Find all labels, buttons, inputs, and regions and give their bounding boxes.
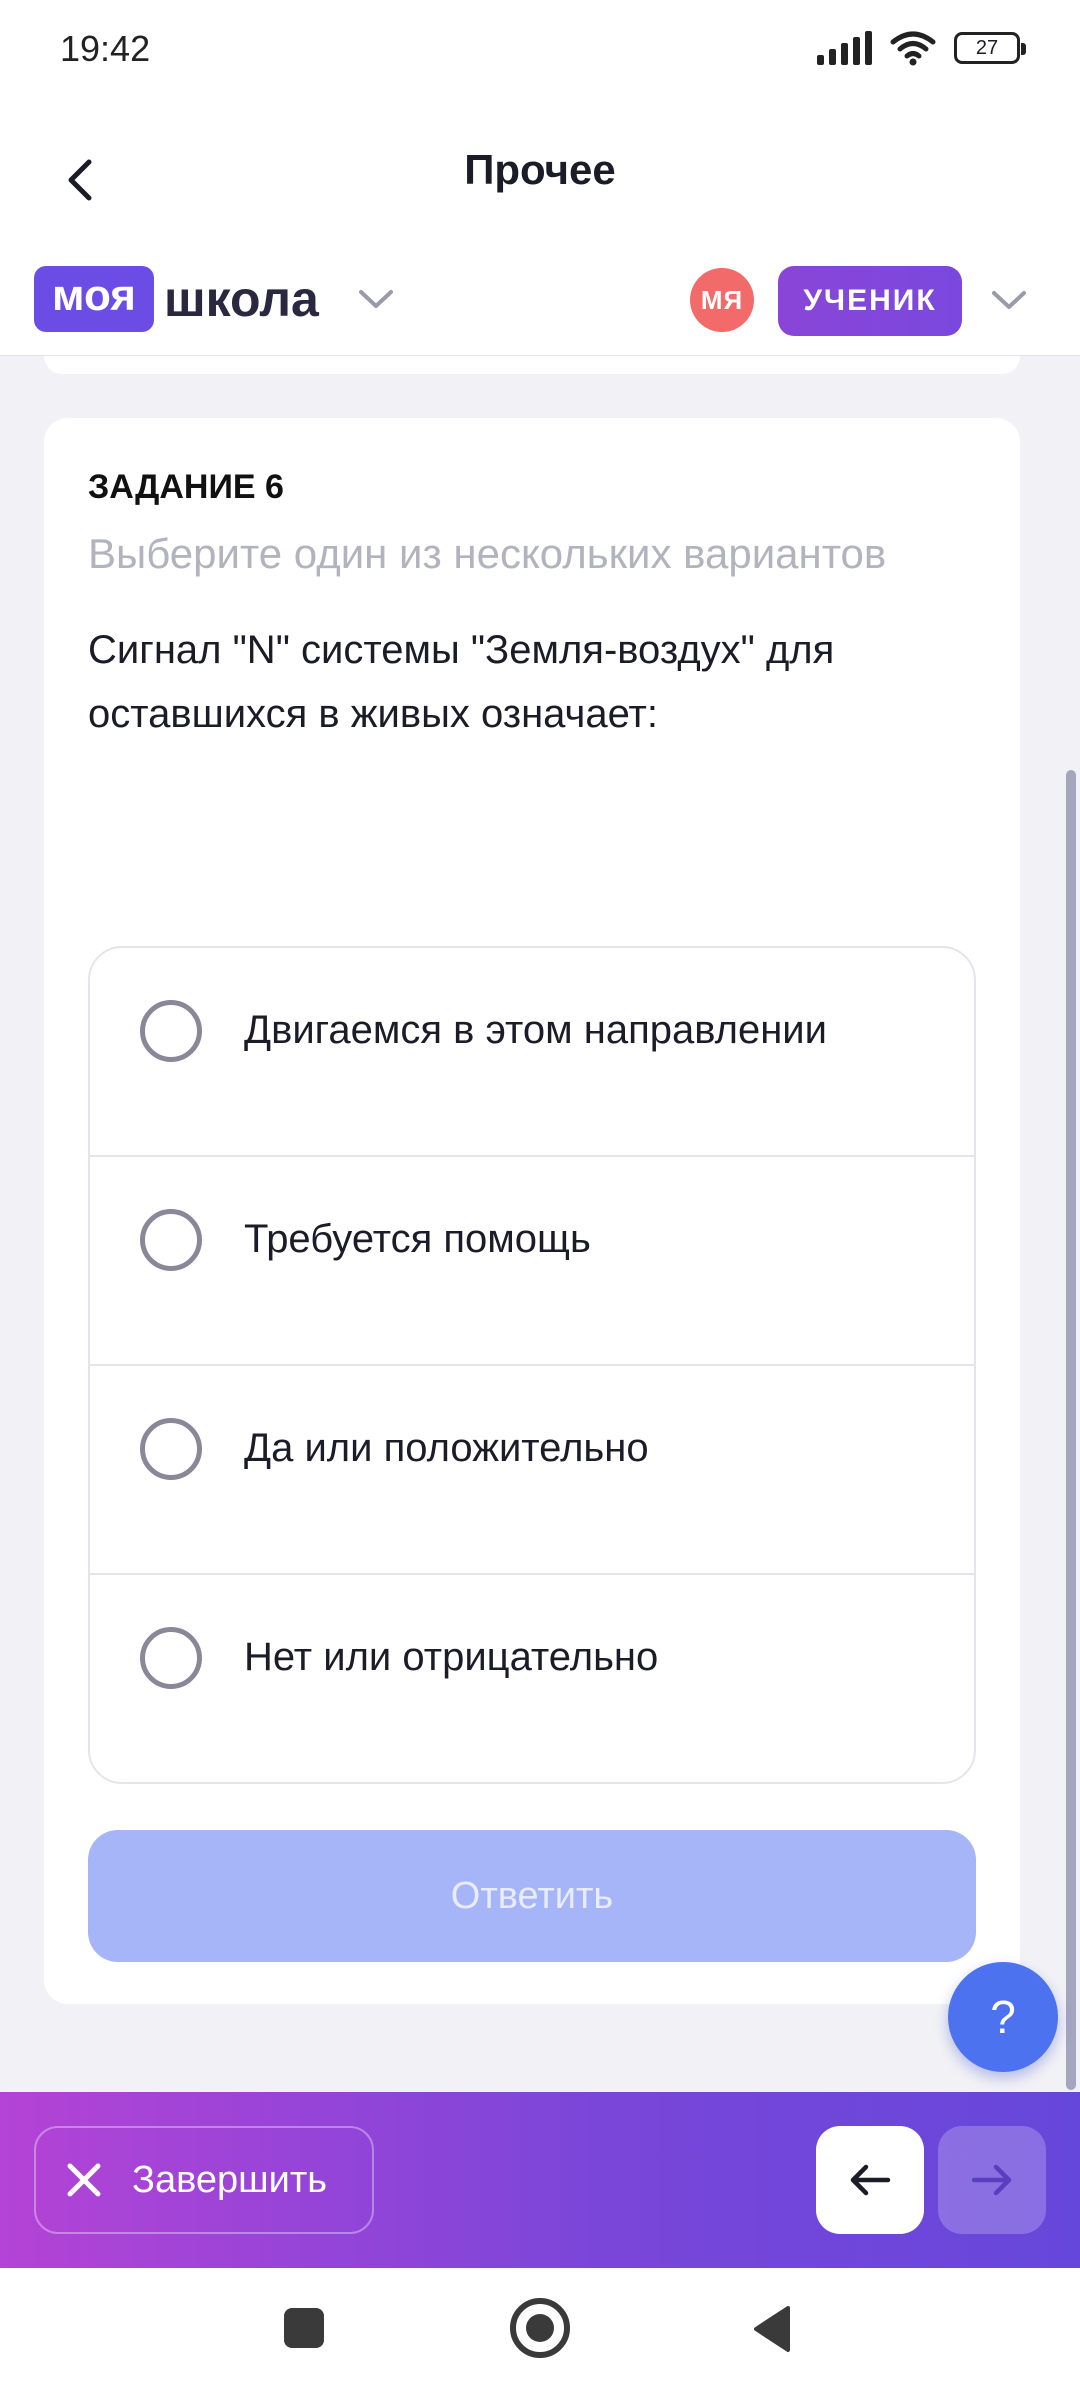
action-bar: Завершить bbox=[0, 2092, 1080, 2268]
option-label: Требуется помощь bbox=[244, 1217, 591, 1261]
logo-badge: моя bbox=[34, 266, 154, 332]
answer-option[interactable]: Двигаемся в этом направлении bbox=[90, 948, 974, 1157]
radio-button[interactable] bbox=[140, 1418, 202, 1480]
arrow-left-icon bbox=[850, 2164, 891, 2196]
finish-label: Завершить bbox=[132, 2158, 328, 2201]
finish-button[interactable]: Завершить bbox=[34, 2126, 374, 2234]
chevron-down-icon[interactable] bbox=[990, 288, 1028, 312]
radio-button[interactable] bbox=[140, 1627, 202, 1689]
status-icons: 27 bbox=[817, 30, 1026, 66]
recent-apps-icon[interactable] bbox=[284, 2308, 324, 2348]
task-card: ЗАДАНИЕ 6 Выберите один из нескольких ва… bbox=[44, 418, 1020, 2004]
wifi-icon bbox=[890, 31, 936, 66]
chevron-down-icon bbox=[358, 290, 393, 308]
help-button[interactable]: ? bbox=[948, 1962, 1058, 2072]
arrow-right-icon bbox=[971, 2164, 1012, 2196]
option-label: Да или положительно bbox=[244, 1426, 649, 1470]
previous-card bbox=[44, 356, 1020, 374]
option-label: Нет или отрицательно bbox=[244, 1635, 659, 1679]
role-badge[interactable]: УЧЕНИК bbox=[778, 266, 962, 336]
battery-icon: 27 bbox=[954, 32, 1026, 64]
status-bar: 19:42 27 bbox=[0, 0, 1080, 100]
close-icon bbox=[67, 2163, 101, 2197]
avatar[interactable]: МЯ bbox=[690, 268, 754, 332]
page-title: Прочее bbox=[464, 146, 616, 193]
scrollbar[interactable] bbox=[1066, 770, 1076, 2090]
option-label: Двигаемся в этом направлении bbox=[244, 1008, 827, 1052]
radio-button[interactable] bbox=[140, 1000, 202, 1062]
status-time: 19:42 bbox=[60, 28, 151, 69]
system-navigation-bar bbox=[0, 2268, 1080, 2400]
signal-icon bbox=[817, 31, 872, 65]
task-number: ЗАДАНИЕ 6 bbox=[88, 468, 284, 506]
radio-button[interactable] bbox=[140, 1209, 202, 1271]
home-icon[interactable] bbox=[510, 2298, 570, 2358]
app-header: Прочее моя школа МЯ УЧЕНИК bbox=[0, 100, 1080, 356]
task-question: Сигнал "N" системы "Земля-воздух" для ос… bbox=[88, 628, 835, 736]
answer-button[interactable]: Ответить bbox=[88, 1830, 976, 1962]
back-triangle-icon[interactable] bbox=[752, 2304, 792, 2354]
next-task-button[interactable] bbox=[938, 2126, 1046, 2234]
task-hint: Выберите один из нескольких вариантов bbox=[88, 530, 887, 577]
school-selector[interactable]: моя школа bbox=[34, 266, 395, 332]
previous-task-button[interactable] bbox=[816, 2126, 924, 2234]
answer-option[interactable]: Нет или отрицательно bbox=[90, 1575, 974, 1782]
answer-option[interactable]: Требуется помощь bbox=[90, 1157, 974, 1366]
answer-option[interactable]: Да или положительно bbox=[90, 1366, 974, 1575]
answer-options: Двигаемся в этом направлении Требуется п… bbox=[88, 946, 976, 1784]
logo-text: школа bbox=[163, 271, 319, 327]
